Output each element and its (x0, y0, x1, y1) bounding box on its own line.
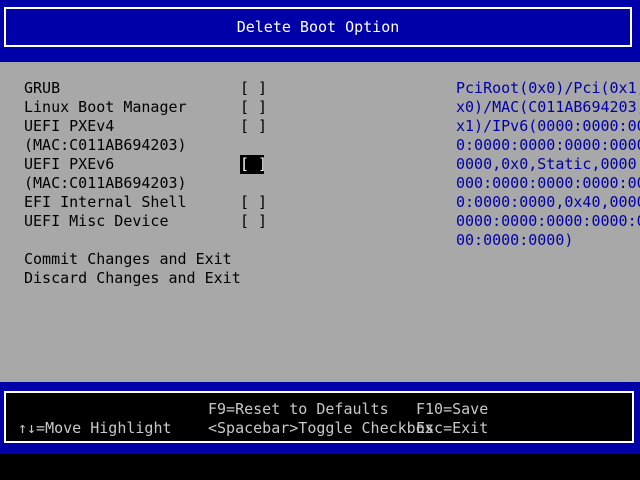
footer-frame: F9=Reset to Defaults F10=Save ↑↓=Move Hi… (0, 382, 640, 454)
help-line: 0000:0000:0000:0000:00 (456, 212, 640, 230)
boot-option-grub[interactable]: GRUB (24, 79, 60, 98)
page-title: Delete Boot Option (4, 7, 632, 47)
boot-option-efi-internal-shell[interactable]: EFI Internal Shell (24, 193, 187, 212)
boot-option-uefi-pxev4[interactable]: UEFI PXEv4 (24, 117, 114, 136)
boot-option-linux-boot-manager[interactable]: Linux Boot Manager (24, 98, 187, 117)
help-panel: PciRoot(0x0)/Pci(0x1,0 x0)/MAC(C011AB694… (456, 79, 640, 250)
commit-changes-and-exit[interactable]: Commit Changes and Exit (24, 250, 232, 269)
bios-screen: Delete Boot Option GRUB [ ] Linux Boot M… (0, 0, 640, 480)
help-line: x1)/IPv6(0000:0000:000 (456, 117, 640, 135)
checkbox-uefi-pxev4[interactable]: [ ] (240, 117, 267, 136)
boot-option-uefi-misc-device[interactable]: UEFI Misc Device (24, 212, 169, 231)
footer-move-highlight: ↑↓=Move Highlight (18, 419, 172, 437)
help-line: PciRoot(0x0)/Pci(0x1,0 (456, 79, 640, 97)
footer-f10-save: F10=Save (416, 400, 489, 418)
footer-f9-reset: F9=Reset to Defaults (208, 400, 389, 418)
boot-option-uefi-pxev6-mac: (MAC:C011AB694203) (24, 174, 187, 192)
help-line: 0000,0x0,Static,0000:0 (456, 155, 640, 173)
checkbox-uefi-misc-device[interactable]: [ ] (240, 212, 267, 231)
content-panel: GRUB [ ] Linux Boot Manager [ ] UEFI PXE… (0, 62, 640, 382)
footer-toggle-checkbox: <Spacebar>Toggle Checkbox (208, 419, 434, 437)
boot-option-uefi-pxev4-mac: (MAC:C011AB694203) (24, 136, 187, 154)
help-line: 0:0000:0000,0x40,0000: (456, 193, 640, 211)
footer-box: F9=Reset to Defaults F10=Save ↑↓=Move Hi… (4, 391, 634, 443)
checkbox-grub[interactable]: [ ] (240, 79, 267, 98)
checkbox-uefi-pxev6-highlighted[interactable]: [ ] (240, 155, 267, 174)
boot-option-uefi-pxev6[interactable]: UEFI PXEv6 (24, 155, 114, 174)
help-line: 00:0000:0000) (456, 231, 574, 249)
title-frame: Delete Boot Option (0, 0, 640, 62)
checkbox-linux-boot-manager[interactable]: [ ] (240, 98, 267, 117)
footer-esc-exit: Esc=Exit (416, 419, 489, 437)
help-line: 000:0000:0000:0000:000 (456, 174, 640, 192)
help-line: x0)/MAC(C011AB694203,0 (456, 98, 640, 116)
help-line: 0:0000:0000:0000:0000: (456, 136, 640, 154)
checkbox-efi-internal-shell[interactable]: [ ] (240, 193, 267, 212)
discard-changes-and-exit[interactable]: Discard Changes and Exit (24, 269, 241, 288)
